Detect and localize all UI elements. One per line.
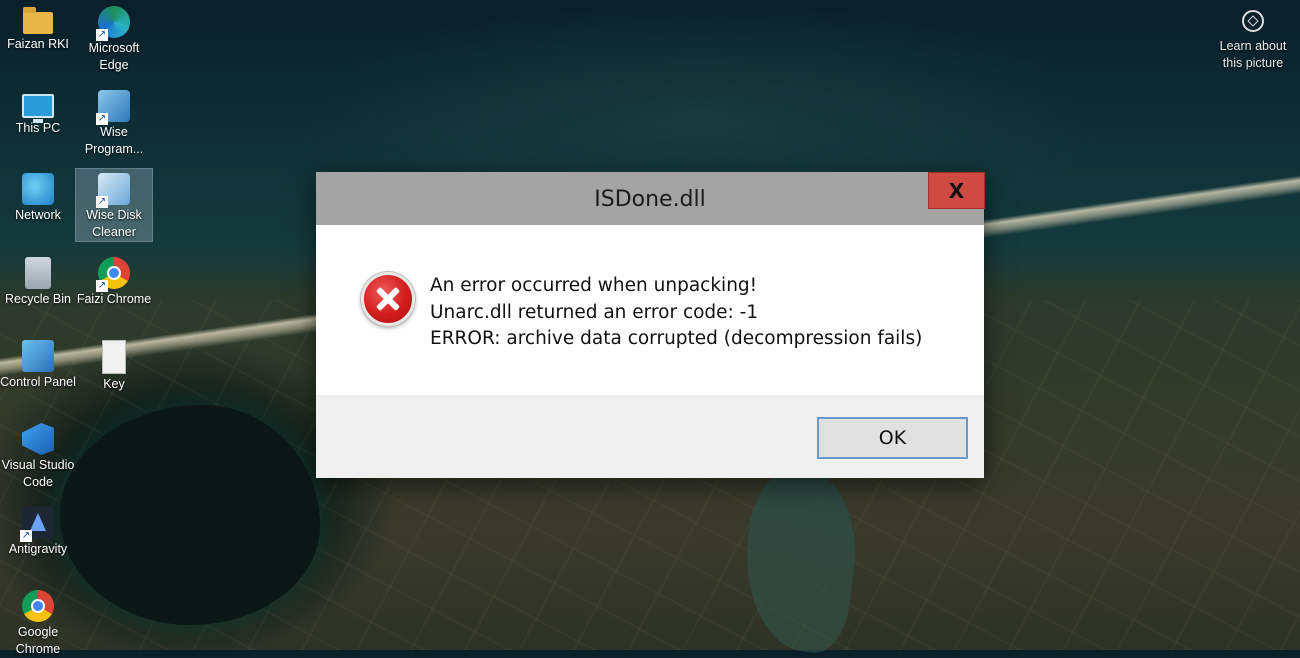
desktop-icon-antigravity[interactable]: Antigravity [0, 503, 76, 558]
folder-icon [23, 7, 53, 34]
learn-about-picture[interactable]: Learn about this picture [1214, 8, 1292, 72]
desktop-icon-recycle-bin[interactable]: Recycle Bin [0, 253, 76, 308]
recycle-bin-icon [25, 257, 51, 289]
control-panel-icon [22, 340, 54, 372]
ok-button[interactable]: OK [817, 417, 968, 459]
text-file-icon [102, 340, 126, 374]
error-dialog: ISDone.dll X An error occurred when unpa… [316, 172, 985, 478]
desktop-icon-label: Wise Program... [84, 125, 144, 156]
desktop-icon-key[interactable]: Key [76, 336, 152, 393]
desktop-icon-network[interactable]: Network [0, 169, 76, 224]
close-icon: X [948, 178, 965, 203]
desktop-icon-label: Microsoft Edge [88, 41, 140, 72]
computer-icon [22, 94, 54, 123]
error-icon [361, 272, 415, 326]
error-message-line: ERROR: archive data corrupted (decompres… [430, 328, 923, 349]
desktop-icon-label: Key [103, 377, 125, 391]
desktop-icon-label: Wise Disk Cleaner [86, 208, 142, 239]
wise-disk-cleaner-icon [96, 173, 130, 208]
close-button[interactable]: X [928, 172, 985, 209]
desktop-icon-label: Recycle Bin [5, 292, 71, 306]
camera-icon [1242, 10, 1264, 32]
desktop-icon-label: Google Chrome [15, 625, 61, 656]
dialog-titlebar[interactable]: ISDone.dll X [316, 172, 985, 225]
desktop-icon-control-panel[interactable]: Control Panel [0, 336, 76, 391]
desktop-icon-faizan-rki[interactable]: Faizan RKI [0, 2, 76, 53]
desktop-icon-faizi-chrome[interactable]: Faizi Chrome [76, 253, 152, 308]
desktop-icon-google-chrome[interactable]: Google Chrome [0, 586, 76, 658]
wallpaper-lake [60, 405, 320, 625]
chrome-icon [96, 257, 130, 292]
edge-icon [96, 6, 130, 41]
desktop-icon-label: Control Panel [0, 375, 76, 389]
error-message-line: An error occurred when unpacking! [430, 275, 758, 296]
desktop-icon-label: Antigravity [8, 542, 68, 556]
desktop-icon-wise-disk-cleaner[interactable]: Wise Disk Cleaner [75, 168, 153, 242]
desktop-icon-visual-studio-code[interactable]: Visual Studio Code [0, 419, 76, 491]
desktop-icon-label: Faizi Chrome [76, 292, 152, 306]
desktop-icon-label: Network [15, 208, 61, 222]
dialog-title: ISDone.dll [594, 187, 706, 212]
error-message-line: Unarc.dll returned an error code: -1 [430, 301, 759, 323]
wise-program-uninstaller-icon [96, 90, 130, 125]
chrome-icon [22, 590, 54, 622]
desktop-icon-label: Faizan RKI [7, 37, 69, 51]
dialog-body: An error occurred when unpacking! Unarc.… [316, 225, 984, 395]
antigravity-icon [20, 507, 54, 542]
desktop-icon-label: Visual Studio Code [1, 458, 75, 489]
dialog-footer: OK [316, 395, 984, 478]
network-icon [22, 173, 54, 205]
error-messages: An error occurred when unpacking! Unarc.… [430, 273, 922, 353]
desktop-icon-this-pc[interactable]: This PC [0, 86, 76, 137]
desktop-icon-wise-program[interactable]: Wise Program... [76, 86, 152, 158]
desktop-icon-microsoft-edge[interactable]: Microsoft Edge [76, 2, 152, 74]
learn-about-label: Learn about this picture [1219, 39, 1287, 70]
vscode-icon [22, 423, 54, 455]
